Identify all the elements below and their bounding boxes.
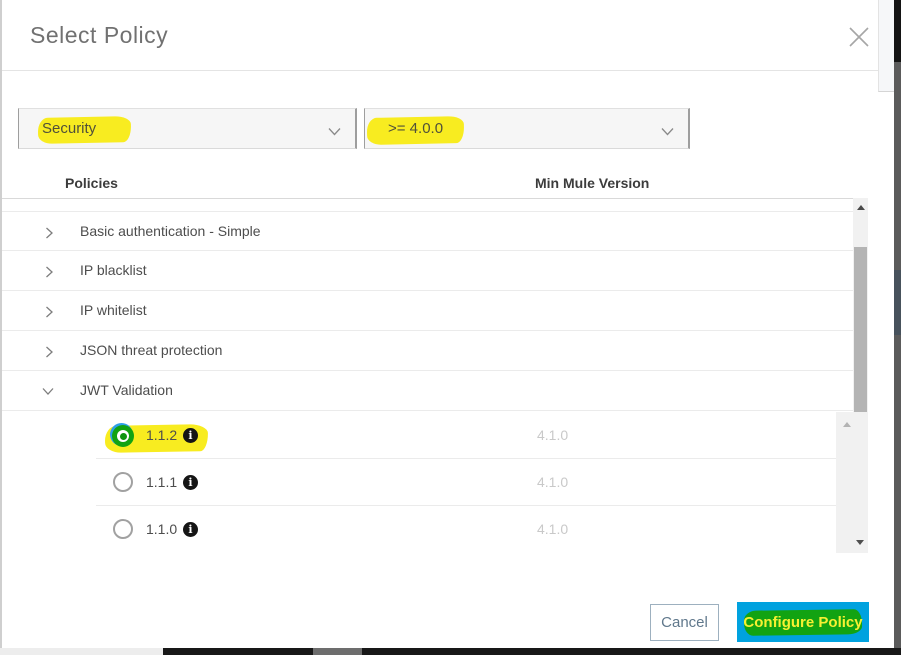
version-radio-button-selected[interactable] — [110, 423, 134, 447]
version-label: 1.1.2 — [146, 427, 178, 443]
horizontal-scrollbar-thumb[interactable] — [313, 648, 362, 655]
min-mule-version-value: 4.1.0 — [537, 521, 569, 537]
window-scrollbar[interactable] — [894, 0, 901, 648]
policy-version-row[interactable]: 1.1.2 i 4.1.0 — [0, 412, 868, 459]
chevron-down-icon — [328, 123, 341, 141]
cancel-button[interactable]: Cancel — [650, 604, 719, 641]
policy-version-row[interactable]: 1.1.0 i 4.1.0 — [0, 506, 868, 553]
info-icon[interactable]: i — [183, 475, 198, 490]
policy-row[interactable]: IP whitelist — [0, 291, 853, 331]
select-policy-modal: Select Policy Security >= 4.0.0 Policies… — [0, 0, 901, 655]
chevron-right-icon[interactable] — [43, 305, 55, 318]
policy-row[interactable]: JSON threat protection — [0, 331, 853, 371]
column-header-min-mule-version: Min Mule Version — [535, 175, 650, 191]
configure-policy-button[interactable]: Configure Policy — [737, 602, 869, 642]
close-button[interactable] — [845, 23, 873, 51]
policy-row[interactable]: JWT Validation — [0, 371, 853, 411]
chevron-right-icon[interactable] — [43, 345, 55, 358]
column-header-policies: Policies — [65, 175, 118, 191]
chevron-right-icon[interactable] — [43, 265, 55, 278]
version-select-value: >= 4.0.0 — [388, 120, 444, 137]
version-select[interactable]: >= 4.0.0 — [364, 108, 690, 149]
window-scrollbar-top — [894, 0, 901, 62]
close-icon — [845, 27, 873, 55]
version-label: 1.1.0 — [146, 521, 178, 537]
min-mule-version-value: 4.1.0 — [537, 427, 569, 443]
modal-title: Select Policy — [30, 22, 169, 48]
table-header-divider — [0, 198, 868, 199]
policy-row[interactable]: IP blacklist — [0, 251, 853, 291]
chevron-right-icon[interactable] — [43, 226, 55, 239]
header-divider — [0, 70, 894, 71]
policy-name: IP whitelist — [80, 302, 147, 318]
outer-scrollbar-thumb[interactable] — [854, 247, 867, 413]
window-scrollbar-thumb[interactable] — [894, 270, 901, 335]
info-icon[interactable]: i — [183, 428, 198, 443]
page-background-strip — [878, 0, 894, 92]
version-radio-button[interactable] — [113, 472, 133, 492]
version-radio-button[interactable] — [113, 519, 133, 539]
policy-version-row[interactable]: 1.1.1 i 4.1.0 — [0, 459, 868, 506]
category-select[interactable]: Security — [18, 108, 357, 149]
modal-left-border — [0, 0, 2, 648]
horizontal-scrollbar-track — [0, 648, 163, 655]
policy-row[interactable]: Basic authentication - Simple — [0, 211, 853, 251]
category-select-value: Security — [42, 120, 97, 137]
policy-name: Basic authentication - Simple — [80, 223, 261, 239]
chevron-down-icon — [661, 123, 674, 141]
info-icon[interactable]: i — [183, 522, 198, 537]
scroll-up-icon[interactable] — [857, 205, 865, 210]
versions-panel: 1.1.2 i 4.1.0 1.1.1 i 4.1.0 1.1.0 i 4.1.… — [0, 412, 868, 553]
cancel-button-label: Cancel — [661, 614, 708, 631]
chevron-down-icon[interactable] — [42, 385, 55, 397]
policy-name: IP blacklist — [80, 262, 147, 278]
min-mule-version-value: 4.1.0 — [537, 474, 569, 490]
version-label: 1.1.1 — [146, 474, 178, 490]
inner-scrollbar-track[interactable] — [836, 412, 868, 553]
scroll-up-icon[interactable] — [843, 422, 851, 427]
policy-list: Basic authentication - Simple IP blackli… — [0, 211, 853, 411]
scroll-down-icon[interactable] — [856, 540, 864, 545]
configure-policy-button-label: Configure Policy — [743, 613, 863, 631]
policy-name: JWT Validation — [80, 382, 173, 398]
policy-name: JSON threat protection — [80, 342, 223, 358]
horizontal-scrollbar[interactable] — [0, 648, 901, 655]
